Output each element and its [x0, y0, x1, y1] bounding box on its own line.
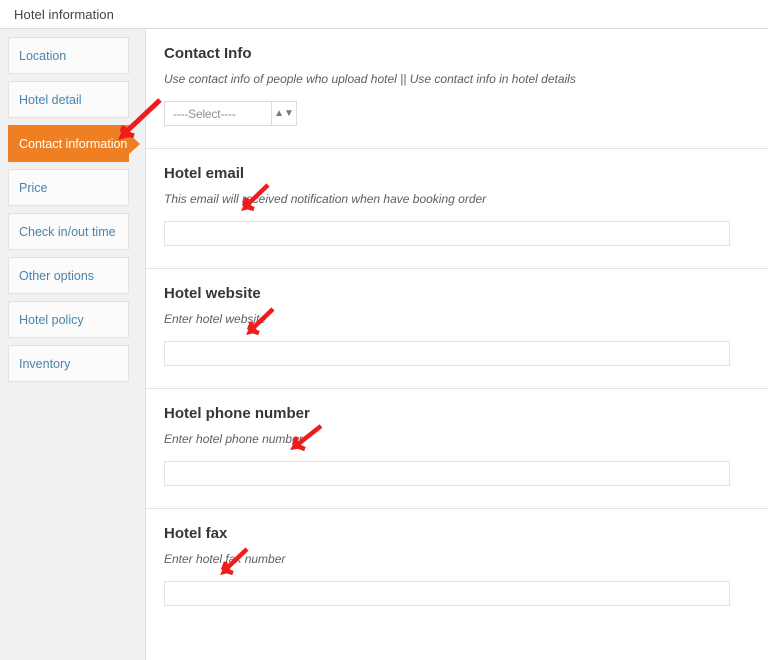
section-description-hotel-fax: Enter hotel fax number — [164, 551, 634, 568]
sidebar-item-hotel-policy[interactable]: Hotel policy — [8, 301, 129, 338]
section-heading-hotel-email: Hotel email — [164, 165, 244, 182]
updown-arrows-icon: ▲▼ — [271, 102, 296, 125]
section-heading-contact-info: Contact Info — [164, 45, 252, 62]
section-heading-hotel-phone-number: Hotel phone number — [164, 405, 310, 422]
sidebar-nav: Location Hotel detail Contact informatio… — [0, 29, 145, 389]
sidebar-item-label: Inventory — [19, 357, 70, 371]
section-description-hotel-website: Enter hotel website — [164, 311, 634, 328]
section-description-contact-info: Use contact info of people who upload ho… — [164, 71, 634, 88]
page-layout: Location Hotel detail Contact informatio… — [0, 29, 768, 660]
contact-info-select-value: ----Select---- — [165, 102, 271, 125]
sidebar-item-location[interactable]: Location — [8, 37, 129, 74]
section-description-hotel-phone-number: Enter hotel phone number — [164, 431, 634, 448]
sidebar-item-hotel-detail[interactable]: Hotel detail — [8, 81, 129, 118]
page-title: Hotel information — [14, 7, 114, 22]
form-group-hotel-website: Hotel website Enter hotel website — [146, 269, 768, 389]
sidebar-item-label: Price — [19, 181, 47, 195]
hotel-fax-input[interactable] — [164, 581, 730, 606]
hotel-email-input[interactable] — [164, 221, 730, 246]
hotel-website-input[interactable] — [164, 341, 730, 366]
main-content-panel: Contact Info Use contact info of people … — [145, 29, 768, 660]
section-heading-hotel-website: Hotel website — [164, 285, 261, 302]
sidebar-item-label: Hotel detail — [19, 93, 82, 107]
sidebar-item-label: Location — [19, 49, 66, 63]
sidebar-item-label: Other options — [19, 269, 94, 283]
sidebar-item-check-in-out-time[interactable]: Check in/out time — [8, 213, 129, 250]
form-group-contact-info: Contact Info Use contact info of people … — [146, 29, 768, 149]
sidebar-item-price[interactable]: Price — [8, 169, 129, 206]
page-header: Hotel information — [0, 0, 768, 29]
form-group-hotel-phone-number: Hotel phone number Enter hotel phone num… — [146, 389, 768, 509]
sidebar-item-label: Contact information — [19, 137, 127, 151]
form-group-hotel-email: Hotel email This email will received not… — [146, 149, 768, 269]
section-description-hotel-email: This email will received notification wh… — [164, 191, 634, 208]
form-group-hotel-fax: Hotel fax Enter hotel fax number — [146, 509, 768, 628]
sidebar-item-label: Hotel policy — [19, 313, 84, 327]
section-heading-hotel-fax: Hotel fax — [164, 525, 227, 542]
contact-info-select[interactable]: ----Select---- ▲▼ — [164, 101, 297, 126]
sidebar-item-label: Check in/out time — [19, 225, 116, 239]
sidebar-item-inventory[interactable]: Inventory — [8, 345, 129, 382]
sidebar-item-contact-information[interactable]: Contact information — [8, 125, 129, 162]
hotel-phone-number-input[interactable] — [164, 461, 730, 486]
sidebar-item-other-options[interactable]: Other options — [8, 257, 129, 294]
